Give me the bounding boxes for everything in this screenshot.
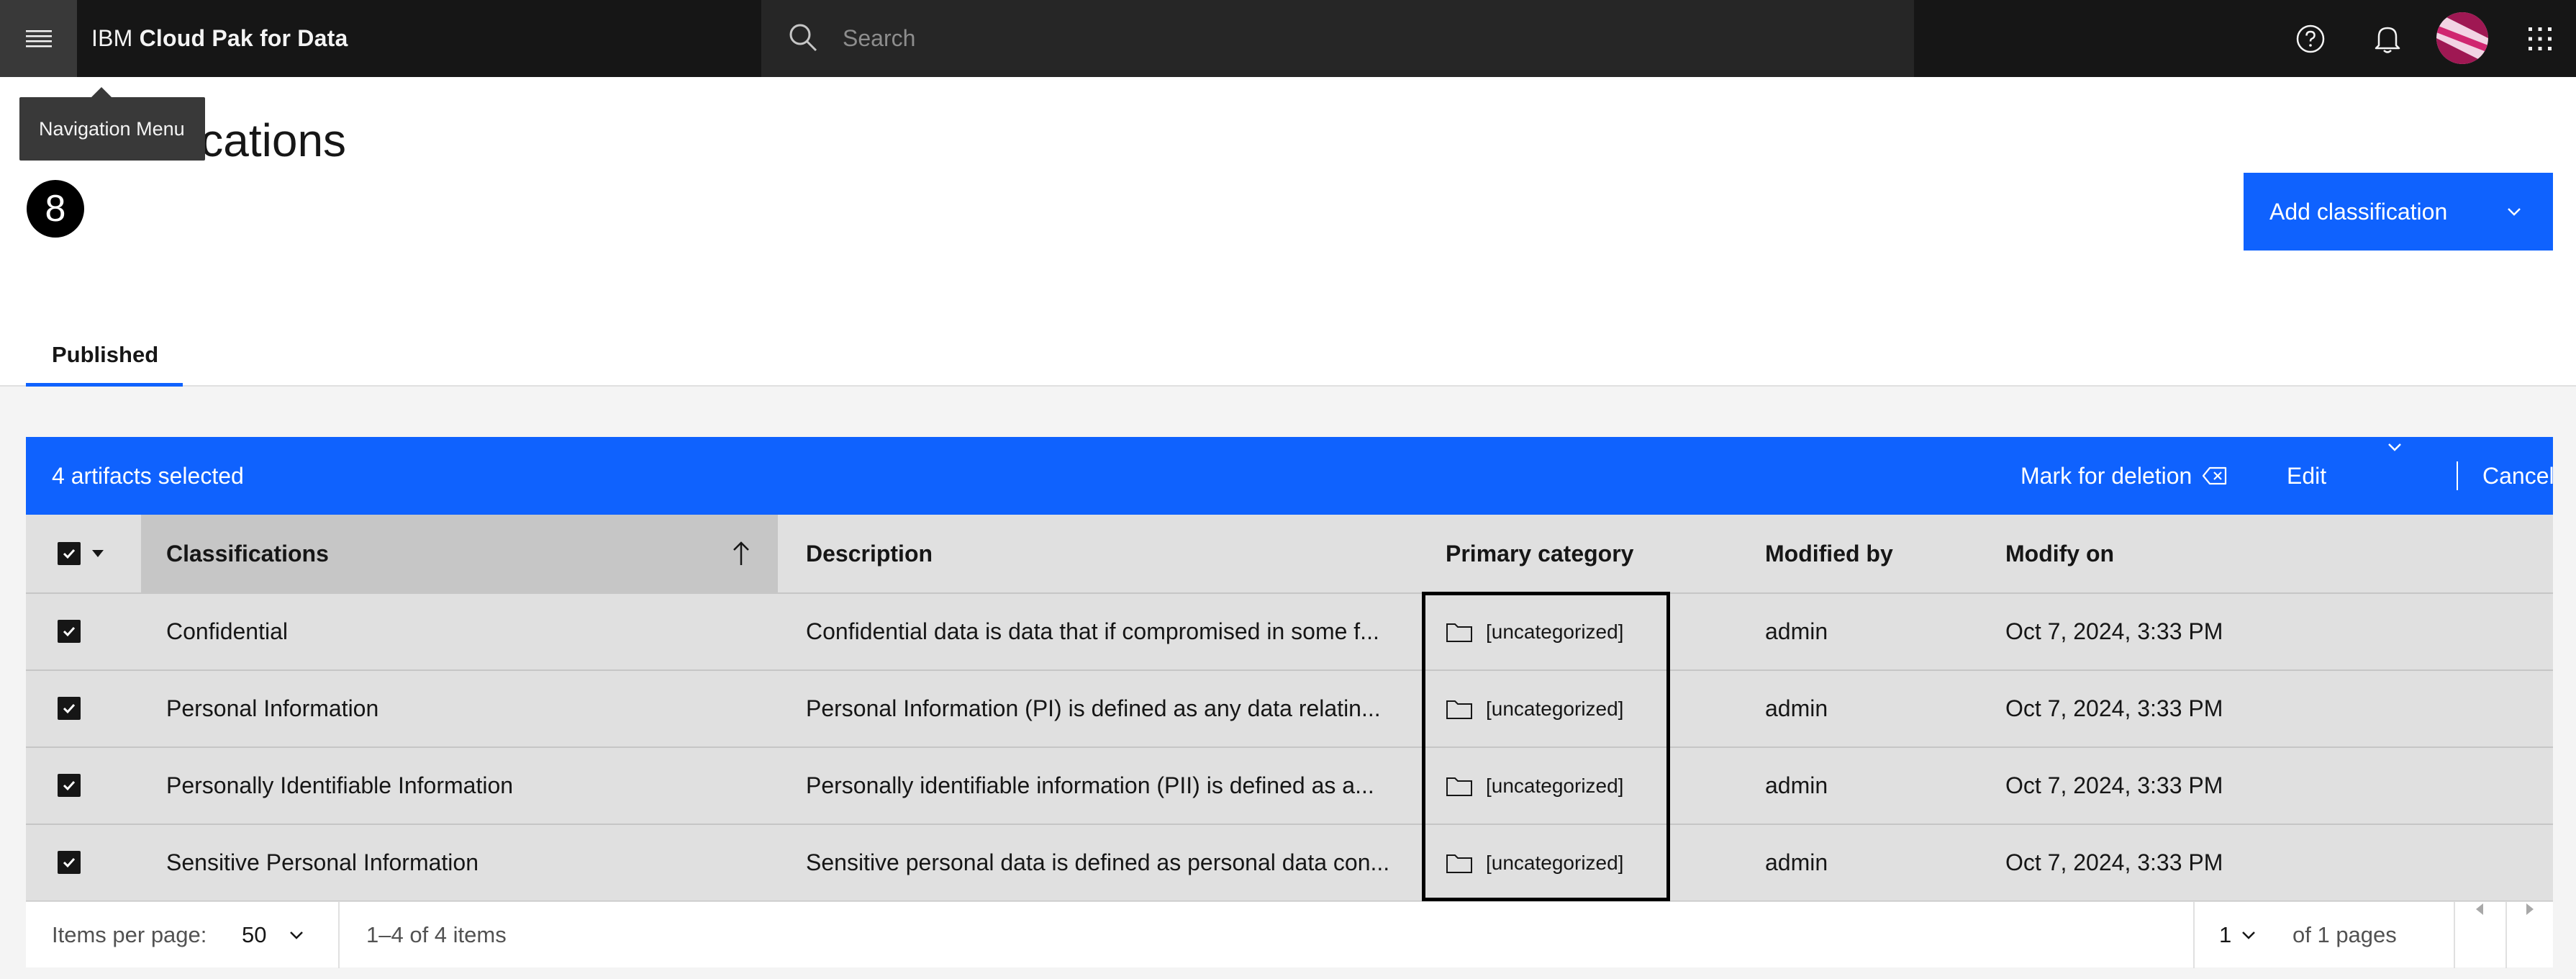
classification-description: Personally identifiable information (PII… (806, 772, 1374, 798)
mark-for-deletion-button[interactable]: Mark for deletion (2021, 437, 2228, 515)
of-pages-text: of 1 pages (2292, 922, 2397, 947)
batch-action-bar: 4 artifacts selected Mark for deletion E… (26, 437, 2554, 515)
classification-name[interactable]: Personal Information (166, 671, 378, 746)
global-search[interactable] (761, 0, 1914, 77)
checkmark-icon (63, 549, 76, 559)
top-header: IBM Cloud Pak for Data (0, 0, 2576, 77)
mark-for-deletion-label: Mark for deletion (2021, 463, 2192, 489)
previous-page-button[interactable] (2455, 902, 2504, 916)
modified-by: admin (1765, 695, 1828, 721)
classification-name[interactable]: Personally Identifiable Information (166, 748, 513, 824)
modified-on: Oct 7, 2024, 3:33 PM (2005, 849, 2223, 875)
classification-description: Sensitive personal data is defined as pe… (806, 849, 1390, 875)
selected-count: 4 artifacts selected (52, 463, 244, 489)
classification-name[interactable]: Confidential (166, 594, 288, 669)
caret-right-icon (2526, 903, 2534, 915)
page-select[interactable]: 1 (2219, 902, 2259, 968)
user-avatar[interactable] (2436, 12, 2488, 64)
modified-by: admin (1765, 618, 1828, 644)
app-switcher-button[interactable] (2504, 0, 2576, 77)
checkmark-icon (63, 857, 76, 868)
app-switcher-icon (2529, 27, 2552, 50)
column-header-modify-on[interactable]: Modify on (2005, 515, 2114, 592)
hamburger-icon (25, 30, 52, 47)
brand-name: Cloud Pak for Data (139, 25, 348, 51)
row-checkbox[interactable] (58, 697, 81, 720)
navigation-menu-tooltip: Navigation Menu (19, 87, 205, 161)
edit-label: Edit (2287, 463, 2327, 489)
brand-prefix: IBM (91, 25, 133, 51)
table-row[interactable]: Confidential Confidential data is data t… (26, 594, 2553, 671)
modified-by: admin (1765, 849, 1828, 875)
items-per-page-select[interactable]: 50 (242, 902, 307, 968)
row-checkbox[interactable] (58, 774, 81, 797)
delete-backspace-icon (2203, 466, 2227, 485)
chevron-down-icon (290, 931, 304, 939)
edit-menu-toggle[interactable] (2385, 437, 2405, 457)
chevron-down-icon (2508, 208, 2521, 216)
batch-divider (2457, 461, 2458, 490)
modified-on: Oct 7, 2024, 3:33 PM (2005, 618, 2223, 644)
next-page-button[interactable] (2507, 902, 2553, 916)
items-per-page-value: 50 (242, 922, 267, 947)
items-range: 1–4 of 4 items (366, 922, 507, 947)
help-icon (2296, 24, 2324, 53)
table-row[interactable]: Personal Information Personal Informatio… (26, 671, 2553, 748)
modified-on: Oct 7, 2024, 3:33 PM (2005, 772, 2223, 798)
chevron-down-icon (2242, 931, 2256, 939)
add-classification-label: Add classification (2269, 198, 2448, 225)
column-header-classifications[interactable]: Classifications (141, 515, 778, 592)
classifications-table: Classifications Description Primary cate… (26, 515, 2553, 902)
classification-name[interactable]: Sensitive Personal Information (166, 825, 479, 901)
product-brand[interactable]: IBM Cloud Pak for Data (91, 0, 348, 77)
chevron-down-icon (2388, 443, 2401, 451)
cancel-label: Cancel (2482, 463, 2554, 489)
bell-icon (2375, 27, 2400, 53)
modified-by: admin (1765, 772, 1828, 798)
tab-published[interactable]: Published (26, 328, 183, 387)
tab-list: Published (0, 328, 2576, 387)
navigation-menu-button[interactable] (0, 0, 77, 77)
table-row[interactable]: Sensitive Personal Information Sensitive… (26, 825, 2553, 902)
column-header-modified-by[interactable]: Modified by (1765, 515, 1893, 592)
column-header-primary-category[interactable]: Primary category (1446, 515, 1633, 592)
primary-category-highlight (1422, 592, 1670, 901)
table-header-row: Classifications Description Primary cate… (26, 515, 2553, 594)
column-label: Classifications (166, 541, 329, 567)
caret-left-icon (2476, 903, 2483, 915)
classification-description: Personal Information (PI) is defined as … (806, 695, 1381, 721)
checkmark-icon (63, 703, 76, 714)
pagination-bar: Items per page: 50 1–4 of 4 items 1 of 1… (26, 901, 2553, 968)
checkmark-icon (63, 780, 76, 791)
search-input[interactable] (843, 0, 1850, 77)
modified-on: Oct 7, 2024, 3:33 PM (2005, 695, 2223, 721)
page-value: 1 (2219, 922, 2232, 947)
search-icon (789, 24, 817, 52)
cancel-button[interactable]: Cancel (2482, 437, 2554, 515)
edit-button[interactable]: Edit (2287, 437, 2326, 515)
items-per-page-label: Items per page: (52, 922, 207, 947)
classification-description: Confidential data is data that if compro… (806, 618, 1379, 644)
sort-ascending-icon (733, 541, 749, 565)
notifications-button[interactable] (2349, 0, 2426, 77)
pager-divider (338, 902, 340, 968)
checkmark-icon (63, 626, 76, 637)
table-row[interactable]: Personally Identifiable Information Pers… (26, 748, 2553, 825)
caret-down-icon[interactable] (91, 549, 104, 558)
row-checkbox[interactable] (58, 620, 81, 643)
step-badge: 8 (27, 180, 84, 238)
row-checkbox[interactable] (58, 851, 81, 874)
pager-divider (2193, 902, 2195, 968)
add-classification-button[interactable]: Add classification (2244, 173, 2553, 251)
help-button[interactable] (2272, 0, 2349, 77)
select-all-checkbox[interactable] (58, 542, 81, 565)
column-header-description[interactable]: Description (806, 515, 933, 592)
